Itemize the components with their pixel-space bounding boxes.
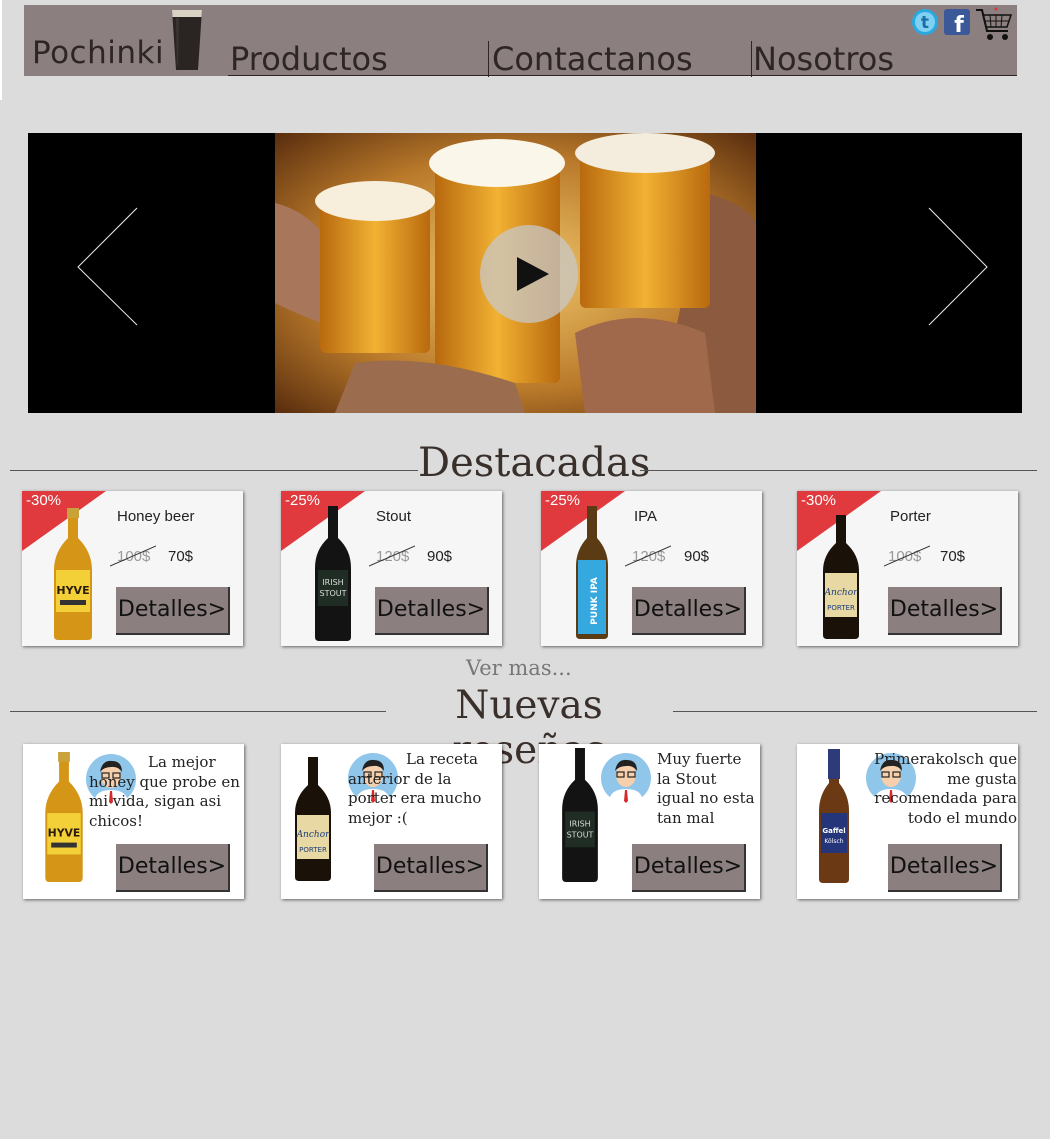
beer-glass-logo-icon xyxy=(172,10,202,70)
details-button[interactable]: Detalles> xyxy=(632,844,746,892)
svg-text:Anchor: Anchor xyxy=(824,588,859,598)
details-button[interactable]: Detalles> xyxy=(116,844,230,892)
strikethrough-line xyxy=(369,545,415,567)
punk-ipa-bottle-image: PUNK IPA xyxy=(576,506,608,639)
svg-text:PUNK IPA: PUNK IPA xyxy=(590,577,600,625)
hyve-honey-bottle-image: HYVE xyxy=(45,752,83,882)
strikethrough-line xyxy=(110,545,156,567)
product-name: Stout xyxy=(376,508,412,525)
hero-slider[interactable] xyxy=(28,133,1022,413)
section-divider xyxy=(10,711,386,712)
irish-stout-bottle-image: IRISH STOUT xyxy=(562,748,598,882)
svg-text:STOUT: STOUT xyxy=(319,589,346,598)
review-text: Primerakolsch que me gusta recomendada p… xyxy=(874,750,1017,827)
chevron-right-icon[interactable] xyxy=(926,207,990,331)
svg-text:IRISH: IRISH xyxy=(569,819,590,828)
product-card[interactable]: -30% HYVE Honey beer 100$ 70$ Detalles> xyxy=(22,491,243,646)
featured-title: Destacadas xyxy=(418,440,651,486)
user-avatar-icon xyxy=(601,753,651,803)
section-divider xyxy=(673,711,1037,712)
product-card[interactable]: -25% IRISH STOUT Stout 120$ 90$ Detalles… xyxy=(281,491,502,646)
new-price: 90$ xyxy=(684,548,710,565)
logo-text[interactable]: Pochinki xyxy=(32,35,164,71)
discount-badge: -30% xyxy=(26,492,62,509)
svg-text:Kölsch: Kölsch xyxy=(824,838,843,845)
section-divider xyxy=(10,470,418,471)
review-card[interactable]: HYVE La mejor honey que probe en mi vida… xyxy=(23,744,244,899)
svg-text:Anchor: Anchor xyxy=(296,830,331,840)
details-button[interactable]: Detalles> xyxy=(888,587,1002,635)
svg-text:IRISH: IRISH xyxy=(322,578,343,587)
header-left-strip xyxy=(0,0,2,100)
nav-underline xyxy=(228,75,1017,76)
new-price: 70$ xyxy=(940,548,966,565)
strikethrough-line xyxy=(884,545,930,567)
see-more-link[interactable]: Ver mas... xyxy=(466,656,572,680)
product-card[interactable]: -30% Anchor PORTER Porter 100$ 70$ Detal… xyxy=(797,491,1018,646)
details-button[interactable]: Detalles> xyxy=(116,587,230,635)
review-text: Muy fuerte la Stout igual no esta tan ma… xyxy=(657,750,755,827)
product-card[interactable]: -25% PUNK IPA IPA 120$ 90$ Detalles> xyxy=(541,491,762,646)
new-price: 90$ xyxy=(427,548,453,565)
svg-text:PORTER: PORTER xyxy=(299,846,327,854)
svg-text:t: t xyxy=(921,13,929,33)
discount-badge: -30% xyxy=(801,492,837,509)
strikethrough-line xyxy=(625,545,671,567)
product-name: IPA xyxy=(634,508,658,525)
svg-text:PORTER: PORTER xyxy=(827,604,855,612)
review-text: La mejor honey que probe en mi vida, sig… xyxy=(89,753,240,830)
product-name: Porter xyxy=(890,508,931,525)
details-button[interactable]: Detalles> xyxy=(888,844,1002,892)
header: Pochinki Productos Contactanos Nosotros … xyxy=(24,5,1017,77)
gaffel-kolsch-bottle-image: Gaffel Kölsch xyxy=(819,749,849,883)
cart-icon[interactable] xyxy=(975,7,1013,43)
svg-text:HYVE: HYVE xyxy=(56,584,89,597)
chevron-left-icon[interactable] xyxy=(76,207,140,331)
nav-nosotros[interactable]: Nosotros xyxy=(749,41,1013,77)
section-divider xyxy=(640,470,1037,471)
nav-contactanos[interactable]: Contactanos xyxy=(488,41,752,77)
details-button[interactable]: Detalles> xyxy=(632,587,746,635)
facebook-icon[interactable]: f xyxy=(944,9,970,35)
anchor-porter-bottle-image: Anchor PORTER xyxy=(295,757,331,881)
review-card[interactable]: Gaffel Kölsch Primerakolsch que me gusta… xyxy=(797,744,1018,899)
new-price: 70$ xyxy=(168,548,194,565)
details-button[interactable]: Detalles> xyxy=(374,844,488,892)
irish-stout-bottle-image: IRISH STOUT xyxy=(315,506,351,641)
play-button[interactable] xyxy=(480,225,578,323)
review-card[interactable]: Anchor PORTER La receta anterior de la p… xyxy=(281,744,502,899)
nav-productos[interactable]: Productos xyxy=(226,41,490,77)
svg-text:f: f xyxy=(954,13,964,35)
product-name: Honey beer xyxy=(117,508,195,525)
review-card[interactable]: IRISH STOUT Muy fuerte la Stout igual no… xyxy=(539,744,760,899)
twitter-icon[interactable]: t xyxy=(911,8,939,36)
svg-text:HYVE: HYVE xyxy=(48,827,81,840)
play-icon xyxy=(517,257,549,291)
svg-text:STOUT: STOUT xyxy=(567,830,594,839)
review-text: La receta anterior de la porter era much… xyxy=(348,750,482,827)
details-button[interactable]: Detalles> xyxy=(375,587,489,635)
svg-text:Gaffel: Gaffel xyxy=(822,827,845,835)
anchor-porter-bottle-image: Anchor PORTER xyxy=(823,515,859,639)
hyve-honey-bottle-image: HYVE xyxy=(54,508,92,640)
